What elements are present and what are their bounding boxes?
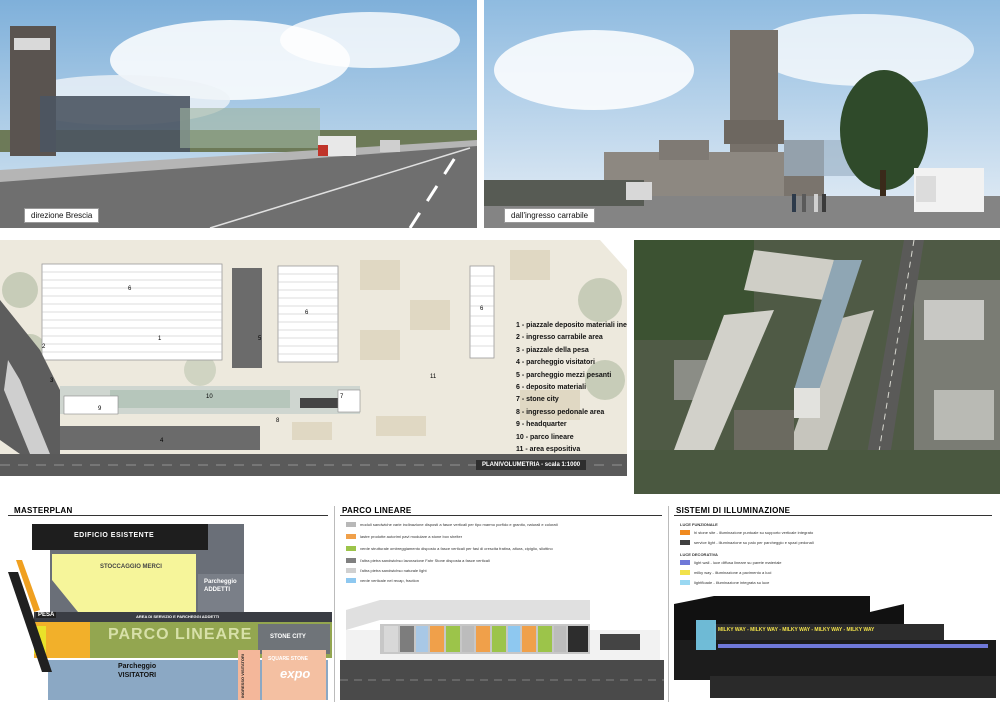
- plan-number-10: 10: [206, 394, 213, 400]
- legend-item: 2 - ingresso carrabile area: [516, 334, 603, 342]
- illuminazione-plan: MILKY WAY - MILKY WAY - MILKY WAY - MILK…: [674, 590, 996, 702]
- illum-legend-2-0: light wall - luce diffusa lineare su par…: [694, 560, 782, 565]
- parco-lineare-plan: [340, 590, 664, 702]
- illum-swatch-3: [680, 570, 690, 575]
- parco-lineare-rule: [340, 515, 662, 516]
- illum-swatch-4: [680, 580, 690, 585]
- parco-legend-5: verde verticale nel recap, fraction: [360, 578, 419, 583]
- illum-legend-2-1: milky way - illuminazione a pavimento a …: [694, 570, 772, 575]
- legend-item: 11 - area espositiva: [516, 446, 581, 454]
- divider-1: [334, 506, 335, 702]
- addetti-label: ADDETTI: [204, 587, 230, 593]
- parco-legend-3: l'altra pietra sandwichso lavorazione Fa…: [360, 558, 490, 563]
- illuminazione-shapes: [674, 590, 996, 702]
- divider-2: [668, 506, 669, 702]
- legend-item: 4 - parcheggio visitatori: [516, 359, 595, 367]
- plan-number-2: 2: [42, 344, 46, 350]
- plan-number-1: 1: [158, 336, 162, 342]
- render-entrance-image: [484, 0, 1000, 228]
- illum-group-1: LUCE FUNZIONALE: [680, 522, 718, 527]
- parco-lineare-shapes: [340, 594, 664, 700]
- legend-item: 7 - stone city: [516, 396, 559, 404]
- illum-legend-2-2: lightfloade - illuminazione integrata su…: [694, 580, 770, 585]
- masterplan-edificio-label: EDIFICIO ESISTENTE: [74, 532, 155, 539]
- masterplan-parcheggio-visitatori: Parcheggio VISITATORI: [118, 662, 156, 680]
- swatch-3: [346, 558, 356, 563]
- illum-group-2: LUCE DECORATIVA: [680, 552, 718, 557]
- illum-swatch-2: [680, 560, 690, 565]
- legend-item: 1 - piazzale deposito materiali inerti: [516, 322, 627, 329]
- illum-swatch-0: [680, 530, 690, 535]
- masterplan-rule: [8, 515, 328, 516]
- visitatori-label: VISITATORI: [118, 672, 157, 679]
- swatch-5: [346, 578, 356, 583]
- illuminazione-rule: [674, 515, 992, 516]
- plan-number-11: 11: [430, 374, 437, 380]
- swatch-4: [346, 568, 356, 573]
- parco-legend-2: verde strutturale ombreggiamento dispost…: [360, 546, 553, 551]
- plan-number-6b: 6: [305, 310, 309, 316]
- parco-lineare-heading: PARCO LINEARE: [342, 506, 412, 515]
- parco-legend-1: lastre prodotte autorimi pavi modulare a…: [360, 534, 463, 539]
- legend-item: 10 - parco lineare: [516, 433, 574, 441]
- site-plan-panel: 6 6 6 1 2 3 5 4 8 9 10 7 11 1 - piazzale…: [0, 240, 627, 494]
- site-plan-title: PLANIVOLUMETRIA - scala 1:1000: [476, 460, 587, 470]
- caption-ingresso-carrabile: dall'ingresso carrabile: [504, 208, 596, 223]
- render-ingresso-carrabile: dall'ingresso carrabile: [484, 0, 1000, 228]
- legend-item: 3 - piazzale della pesa: [516, 346, 589, 354]
- parcheggio-label: Parcheggio: [118, 663, 157, 670]
- illum-swatch-1: [680, 540, 690, 545]
- render-highway-image: [0, 0, 477, 228]
- masterplan-diagram: EDIFICIO ESISTENTE STOCCAGGIO MERCI Parc…: [8, 520, 332, 702]
- parco-legend-4: l'altra pietra sandwichso naturale light: [360, 568, 427, 573]
- render-direzione-brescia: direzione Brescia: [0, 0, 477, 228]
- plan-number-7: 7: [340, 394, 344, 400]
- parcheggio-label: Parcheggio: [204, 579, 237, 585]
- aerial-image: [634, 240, 1000, 494]
- masterplan-parcheggio-addetti: Parcheggio ADDETTI: [204, 578, 237, 594]
- parco-legend-0: moduli sandwiche varie inclinazione disp…: [360, 522, 558, 527]
- masterplan-area-servizio-label: AREA DI SERVIZIO E PARCHEGGI ADDETTI: [136, 614, 220, 619]
- illum-stripe-text: MILKY WAY - MILKY WAY - MILKY WAY - MILK…: [718, 627, 875, 633]
- legend-item: 6 - deposito materiali: [516, 384, 587, 392]
- plan-number-4: 4: [160, 438, 164, 444]
- swatch-1: [346, 534, 356, 539]
- parco-lineare-legend: moduli sandwiche varie inclinazione disp…: [342, 520, 662, 590]
- plan-number-5: 5: [258, 336, 262, 342]
- masterplan-square-stone: SQUARE STONE: [268, 656, 308, 662]
- plan-number-3: 3: [50, 378, 54, 384]
- plan-number-9: 9: [98, 406, 102, 412]
- illum-legend-1-1: service light - illuminazione su palo pe…: [694, 540, 814, 545]
- masterplan-stone-city-label: STONE CITY: [270, 634, 306, 640]
- masterplan-heading: MASTERPLAN: [14, 506, 73, 515]
- illuminazione-legend: LUCE FUNZIONALE hi stone site - illumina…: [676, 520, 996, 590]
- plan-number-8: 8: [276, 418, 280, 424]
- swatch-2: [346, 546, 356, 551]
- plan-number-6a: 6: [128, 286, 132, 292]
- masterplan-expo: expo: [280, 666, 311, 681]
- aerial-photo: [634, 240, 1000, 494]
- illuminazione-heading: SISTEMI DI ILLUMINAZIONE: [676, 506, 791, 515]
- legend-item: 9 - headquarter: [516, 421, 567, 429]
- legend-item: 8 - ingresso pedonale area: [516, 408, 605, 416]
- masterplan-parco-label: PARCO LINEARE: [108, 626, 253, 643]
- masterplan-stoccaggio-label: STOCCAGGIO MERCI: [100, 564, 162, 570]
- site-plan-legend: 1 - piazzale deposito materiali inerti 2…: [516, 320, 627, 456]
- legend-item: 5 - parcheggio mezzi pesanti: [516, 371, 612, 379]
- masterplan-ingresso-visitatori: INGRESSO VISITATORI: [240, 653, 245, 698]
- masterplan-pesa-label: PESA: [36, 612, 57, 618]
- swatch-0: [346, 522, 356, 527]
- caption-direzione-brescia: direzione Brescia: [24, 208, 100, 223]
- plan-number-6c: 6: [480, 306, 484, 312]
- illum-legend-1-0: hi stone site - illuminazione puntuale s…: [694, 530, 814, 535]
